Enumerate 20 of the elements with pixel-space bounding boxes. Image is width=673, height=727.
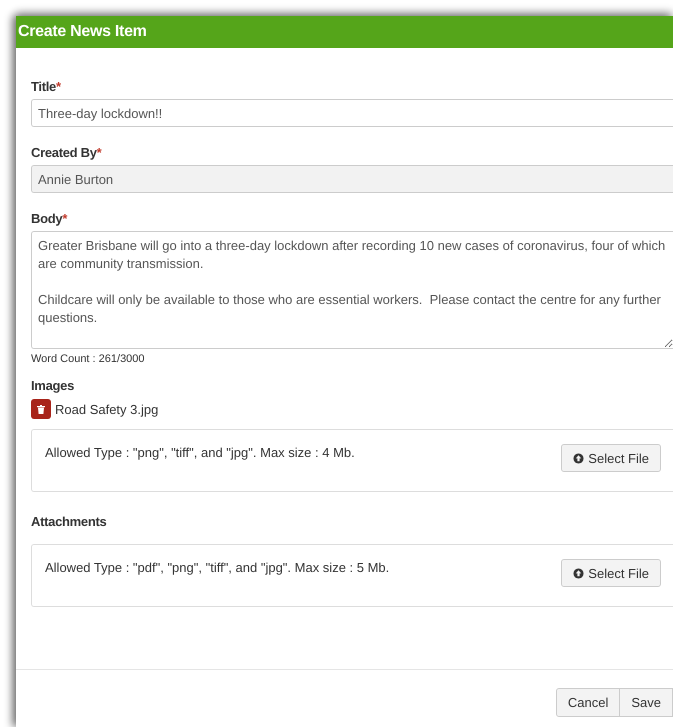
field-label: Title* <box>31 79 62 94</box>
upload-icon <box>573 568 584 578</box>
section-label: Images <box>31 378 76 393</box>
upload-icon <box>573 452 584 464</box>
body-field[interactable]: Greater Brisbane will go into a three-day lockdown after recording 10 new cases of coronavirus, four of which are community transmission. Childcare will only be available to those who are essential workers. Please contact the centre for any further questions. <box>31 231 673 349</box>
section-label: Attachments <box>31 514 108 529</box>
field-label: Created By* <box>31 145 103 160</box>
dialog-title: Create News Item <box>16 16 673 48</box>
upload-note: Allowed Type : "png", "tiff", and "jpg". Max size : 4 Mb. <box>45 445 355 460</box>
select-file-button[interactable]: Select File <box>561 444 661 472</box>
word-count: Word Count : 261/3000 <box>31 353 146 365</box>
upload-note: Allowed Type : "pdf", "png", "tiff", and "jpg". Max size : 5 Mb. <box>45 560 390 575</box>
footer-button[interactable]: Save <box>619 688 673 717</box>
field-label: Body* <box>31 211 68 226</box>
footer-button[interactable]: Cancel <box>556 688 620 717</box>
file-name: Road Safety 3.jpg <box>55 402 158 416</box>
select-file-button[interactable]: Select File <box>561 559 661 587</box>
delete-button[interactable] <box>31 399 51 419</box>
trash-icon <box>37 404 45 414</box>
text-field[interactable]: Three-day lockdown!! <box>31 99 673 127</box>
